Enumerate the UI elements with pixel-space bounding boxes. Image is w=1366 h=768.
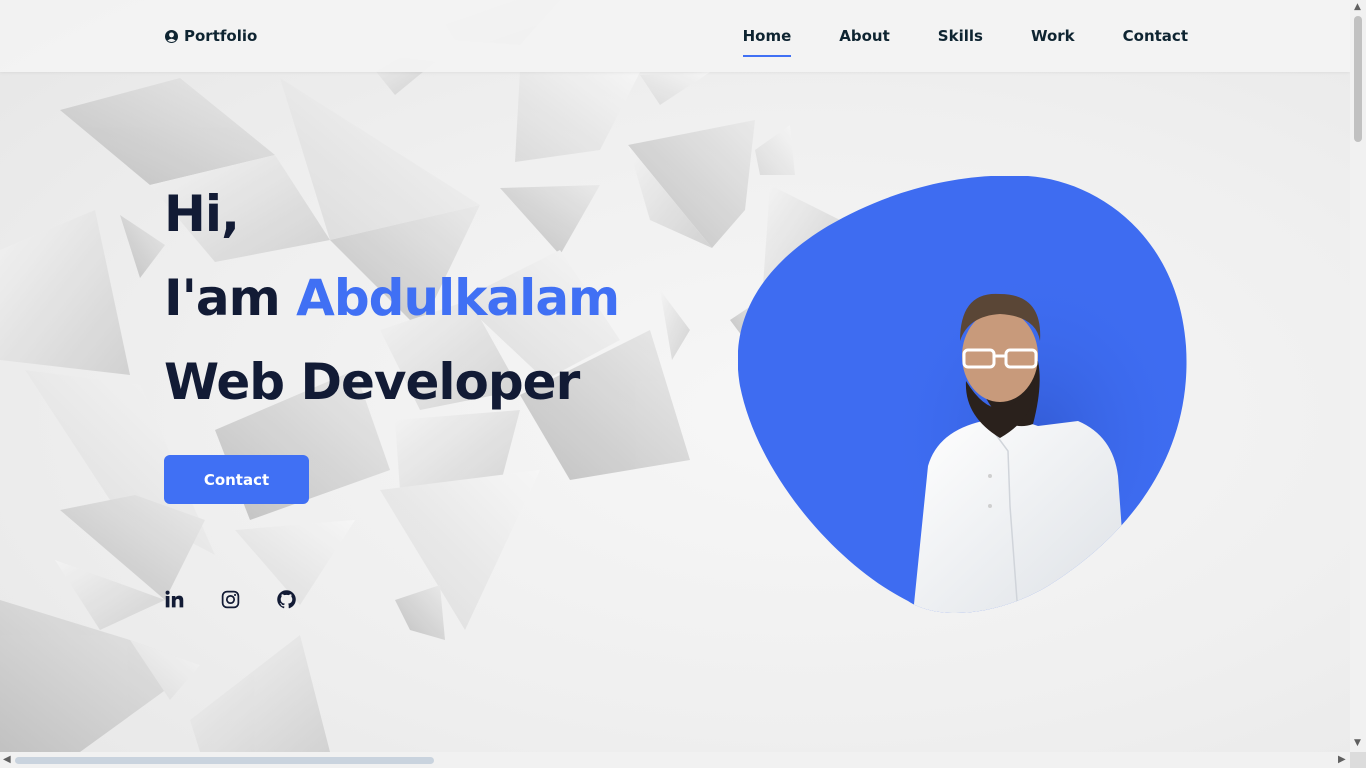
hero-intro: I'am Abdulkalam xyxy=(164,256,620,340)
logo-label: Portfolio xyxy=(184,27,258,45)
nav-skills[interactable]: Skills xyxy=(938,27,983,57)
hero-intro-prefix: I'am xyxy=(164,269,297,327)
hero-role: Web Developer xyxy=(164,353,580,411)
scrollbar-corner xyxy=(1350,752,1366,768)
nav-contact[interactable]: Contact xyxy=(1123,27,1188,57)
nav-about[interactable]: About xyxy=(839,27,890,57)
horizontal-scroll-thumb[interactable] xyxy=(15,757,434,764)
nav-home[interactable]: Home xyxy=(742,27,791,57)
nav-work[interactable]: Work xyxy=(1031,27,1075,57)
profile-photo xyxy=(738,176,1187,613)
scroll-up-arrow-icon[interactable]: ▲ xyxy=(1354,2,1361,12)
hero-greeting: Hi, xyxy=(164,185,240,243)
scroll-down-arrow-icon[interactable]: ▼ xyxy=(1354,738,1361,748)
social-links xyxy=(164,589,297,610)
github-icon[interactable] xyxy=(276,589,297,610)
vertical-scroll-thumb[interactable] xyxy=(1354,16,1362,142)
scroll-left-arrow-icon[interactable]: ◀ xyxy=(3,754,11,765)
site-header: Portfolio Home About Skills Work Contact xyxy=(0,0,1350,72)
user-circle-icon xyxy=(165,29,178,43)
page-viewport: Portfolio Home About Skills Work Contact… xyxy=(0,0,1350,752)
horizontal-scrollbar[interactable]: ◀ ▶ xyxy=(0,752,1350,768)
instagram-icon[interactable] xyxy=(220,589,241,610)
hero-name: Abdulkalam xyxy=(296,269,620,327)
logo-link[interactable]: Portfolio xyxy=(165,27,257,45)
linkedin-icon[interactable] xyxy=(164,589,185,610)
contact-button[interactable]: Contact xyxy=(164,455,309,504)
main-nav: Home About Skills Work Contact xyxy=(742,27,1188,57)
scroll-right-arrow-icon[interactable]: ▶ xyxy=(1338,754,1346,765)
vertical-scrollbar[interactable]: ▲ ▼ xyxy=(1350,0,1366,752)
hero-heading: Hi, I'am Abdulkalam Web Developer xyxy=(164,172,620,424)
